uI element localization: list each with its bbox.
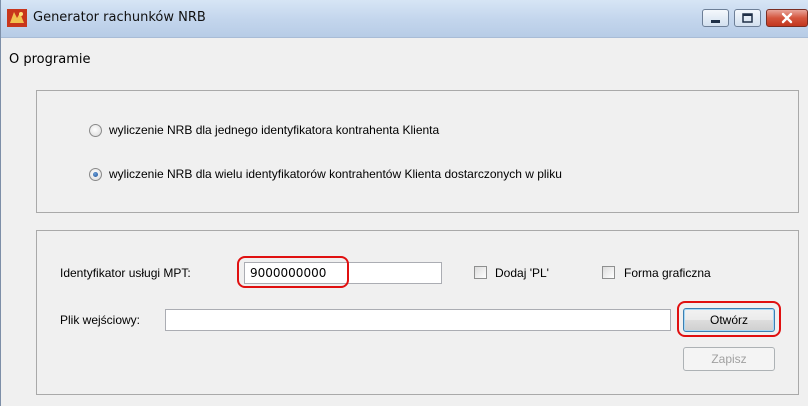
open-button-highlight <box>677 301 781 337</box>
radio-button-unselected[interactable] <box>89 124 102 137</box>
save-button[interactable]: Zapisz <box>683 347 775 371</box>
close-icon <box>781 12 793 24</box>
menu-bar: O programie <box>1 38 808 82</box>
app-icon <box>7 9 27 27</box>
radio-multiple-ids-label: wyliczenie NRB dla wielu identyfikatorów… <box>109 167 562 181</box>
minimize-button[interactable] <box>702 9 729 27</box>
radio-selected-dot <box>93 172 98 177</box>
add-pl-label: Dodaj 'PL' <box>495 266 549 280</box>
input-file-label: Plik wejściowy: <box>60 313 141 327</box>
input-file-field[interactable] <box>165 309 671 331</box>
app-window: Generator rachunków NRB O programie wyli… <box>0 0 808 406</box>
parameters-group: Identyfikator usługi MPT: 9000000000 Dod… <box>36 230 799 395</box>
menu-item-about[interactable]: O programie <box>9 52 90 67</box>
radio-button-selected[interactable] <box>89 168 102 181</box>
title-bar[interactable]: Generator rachunków NRB <box>1 0 808 38</box>
close-button[interactable] <box>766 9 808 27</box>
window-title: Generator rachunków NRB <box>33 10 206 25</box>
maximize-button[interactable] <box>734 9 761 27</box>
add-pl-checkbox[interactable] <box>474 266 487 279</box>
maximize-icon <box>742 13 753 23</box>
radio-single-id-label: wyliczenie NRB dla jednego identyfikator… <box>109 123 440 137</box>
minimize-icon <box>711 20 720 23</box>
service-id-highlight <box>237 256 349 288</box>
graphic-form-checkbox[interactable] <box>602 266 615 279</box>
graphic-form-label: Forma graficzna <box>624 266 711 280</box>
service-id-label: Identyfikator usługi MPT: <box>60 266 191 280</box>
mode-group: wyliczenie NRB dla jednego identyfikator… <box>36 90 799 213</box>
